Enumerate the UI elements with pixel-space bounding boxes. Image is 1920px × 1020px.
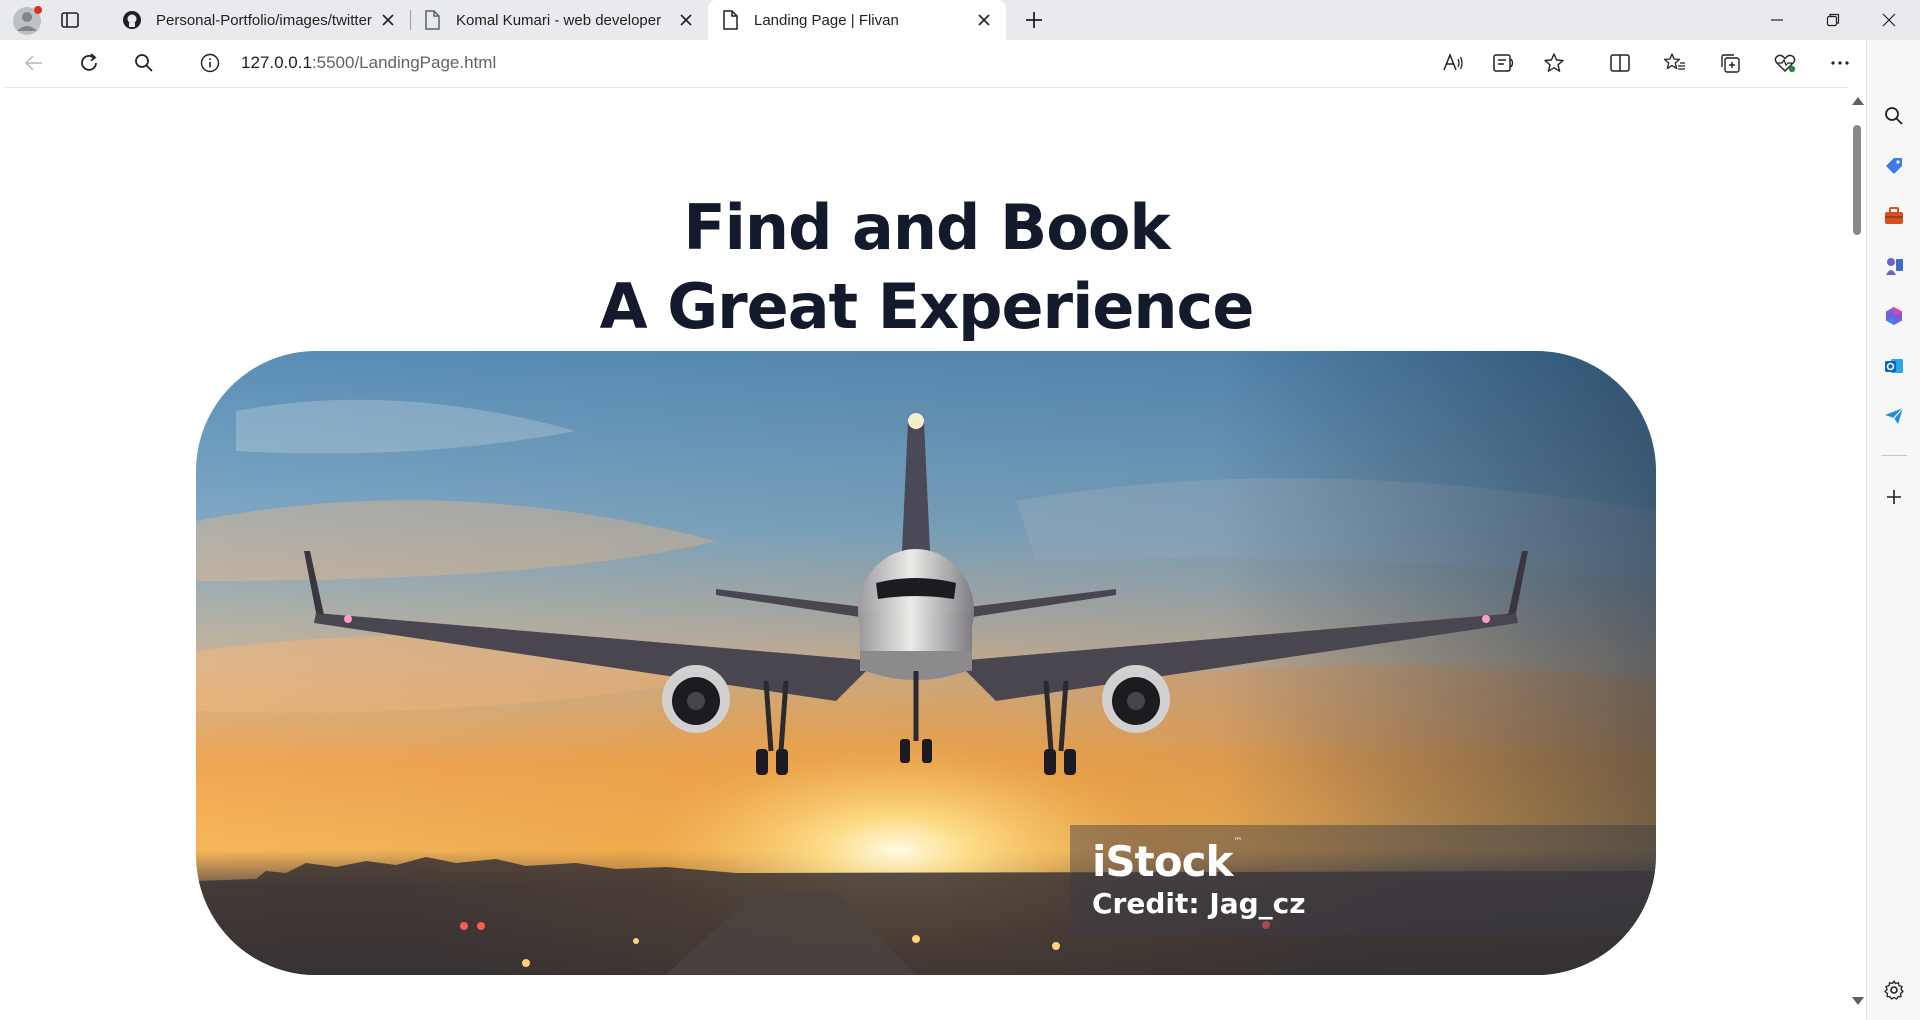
sidebar-send-button[interactable] bbox=[1882, 404, 1906, 428]
read-aloud-icon bbox=[1443, 52, 1463, 71]
search-icon bbox=[135, 54, 153, 72]
add-favorite-button[interactable] bbox=[1541, 50, 1567, 76]
search-icon bbox=[1885, 107, 1903, 125]
watermark-brand-text: iStock bbox=[1092, 837, 1233, 886]
refresh-button[interactable] bbox=[76, 50, 102, 76]
tab-github[interactable]: Personal-Portfolio/images/twitter bbox=[110, 0, 410, 40]
favorites-icon bbox=[1663, 53, 1685, 70]
immersive-reader-button[interactable] bbox=[1491, 50, 1517, 76]
new-tab-button[interactable] bbox=[1022, 8, 1046, 32]
read-aloud-button[interactable] bbox=[1440, 50, 1466, 76]
sidebar-microsoft-365-button[interactable] bbox=[1882, 304, 1906, 328]
sidebar-divider bbox=[1881, 455, 1907, 456]
outlook-icon bbox=[1885, 359, 1903, 373]
trademark-symbol: ™ bbox=[1233, 837, 1242, 847]
url-text[interactable]: 127.0.0.1:5500/LandingPage.html bbox=[241, 53, 496, 73]
sidebar-settings-button[interactable] bbox=[1882, 978, 1906, 1002]
sidebar-search-button[interactable] bbox=[1882, 104, 1906, 128]
browser-essentials-button[interactable] bbox=[1772, 50, 1798, 76]
back-icon bbox=[24, 55, 42, 71]
tab-title: Komal Kumari - web developer bbox=[456, 11, 662, 29]
games-icon bbox=[1886, 258, 1903, 275]
close-icon bbox=[1882, 13, 1896, 27]
split-screen-button[interactable] bbox=[1607, 50, 1633, 76]
tab-landing-page[interactable]: Landing Page | Flivan bbox=[708, 0, 1006, 40]
url-path: :5500/LandingPage.html bbox=[311, 53, 497, 72]
browser-essentials-icon bbox=[1774, 54, 1796, 73]
back-button[interactable] bbox=[21, 50, 47, 76]
page-viewport: Find and Book A Great Experience iStock™… bbox=[4, 87, 1849, 1017]
close-tab-icon[interactable] bbox=[378, 10, 398, 30]
tab-komal-kumari[interactable]: Komal Kumari - web developer bbox=[410, 0, 708, 40]
settings-icon bbox=[1884, 980, 1904, 1000]
hero-image: iStock™ Credit: Jag_cz bbox=[196, 351, 1656, 975]
add-icon bbox=[1887, 490, 1901, 504]
page-icon bbox=[720, 10, 740, 30]
watermark-brand: iStock™ bbox=[1092, 837, 1242, 886]
send-icon bbox=[1885, 407, 1904, 424]
page-icon bbox=[422, 10, 442, 30]
microsoft-365-icon bbox=[1886, 307, 1902, 325]
restore-icon bbox=[1826, 13, 1840, 27]
search-button[interactable] bbox=[131, 50, 157, 76]
minimize-icon bbox=[1771, 19, 1783, 21]
shopping-tag-icon bbox=[1886, 158, 1902, 174]
watermark-overlay: iStock™ Credit: Jag_cz bbox=[1070, 825, 1656, 935]
collections-icon bbox=[1721, 54, 1740, 73]
edge-sidebar bbox=[1866, 40, 1920, 1020]
headline-line-1: Find and Book bbox=[683, 191, 1170, 264]
split-screen-icon bbox=[1610, 54, 1630, 72]
tab-actions-button[interactable] bbox=[58, 8, 82, 32]
minimize-button[interactable] bbox=[1754, 6, 1800, 34]
sidebar-outlook-button[interactable] bbox=[1882, 354, 1906, 378]
headline-line-2: A Great Experience bbox=[599, 270, 1255, 343]
page-scrollbar[interactable] bbox=[1848, 87, 1866, 1017]
close-window-button[interactable] bbox=[1866, 6, 1912, 34]
sidebar-tools-button[interactable] bbox=[1882, 204, 1906, 228]
close-tab-icon[interactable] bbox=[974, 10, 994, 30]
plus-icon bbox=[1026, 12, 1042, 28]
profile-avatar[interactable] bbox=[12, 6, 42, 36]
address-bar[interactable]: 127.0.0.1:5500/LandingPage.html bbox=[180, 45, 1584, 81]
sidebar-add-button[interactable] bbox=[1882, 485, 1906, 509]
tab-title: Landing Page | Flivan bbox=[754, 11, 899, 29]
refresh-icon bbox=[81, 53, 97, 71]
browser-toolbar: 127.0.0.1:5500/LandingPage.html bbox=[0, 40, 1920, 86]
favorites-button[interactable] bbox=[1662, 50, 1688, 76]
sidebar-games-button[interactable] bbox=[1882, 254, 1906, 278]
github-icon bbox=[122, 10, 142, 30]
hero-headline: Find and Book A Great Experience bbox=[4, 188, 1849, 346]
notification-dot bbox=[34, 6, 42, 14]
collections-button[interactable] bbox=[1717, 50, 1743, 76]
close-tab-icon[interactable] bbox=[676, 10, 696, 30]
scroll-thumb[interactable] bbox=[1853, 125, 1861, 235]
tab-strip: Personal-Portfolio/images/twitter Komal … bbox=[0, 0, 1920, 40]
more-button[interactable] bbox=[1827, 50, 1853, 76]
scroll-down-arrow-icon[interactable] bbox=[1852, 997, 1864, 1005]
tools-icon bbox=[1885, 207, 1903, 224]
sidebar-shopping-button[interactable] bbox=[1882, 154, 1906, 178]
tab-title: Personal-Portfolio/images/twitter bbox=[156, 11, 372, 29]
restore-button[interactable] bbox=[1810, 6, 1856, 34]
url-host: 127.0.0.1 bbox=[241, 53, 312, 72]
immersive-reader-icon bbox=[1493, 54, 1514, 72]
more-icon bbox=[1831, 61, 1849, 65]
scroll-up-arrow-icon[interactable] bbox=[1852, 97, 1864, 105]
info-icon[interactable] bbox=[200, 53, 220, 73]
favorite-star-icon bbox=[1544, 53, 1564, 72]
watermark-credit: Credit: Jag_cz bbox=[1092, 887, 1306, 920]
tab-actions-icon bbox=[61, 12, 79, 28]
